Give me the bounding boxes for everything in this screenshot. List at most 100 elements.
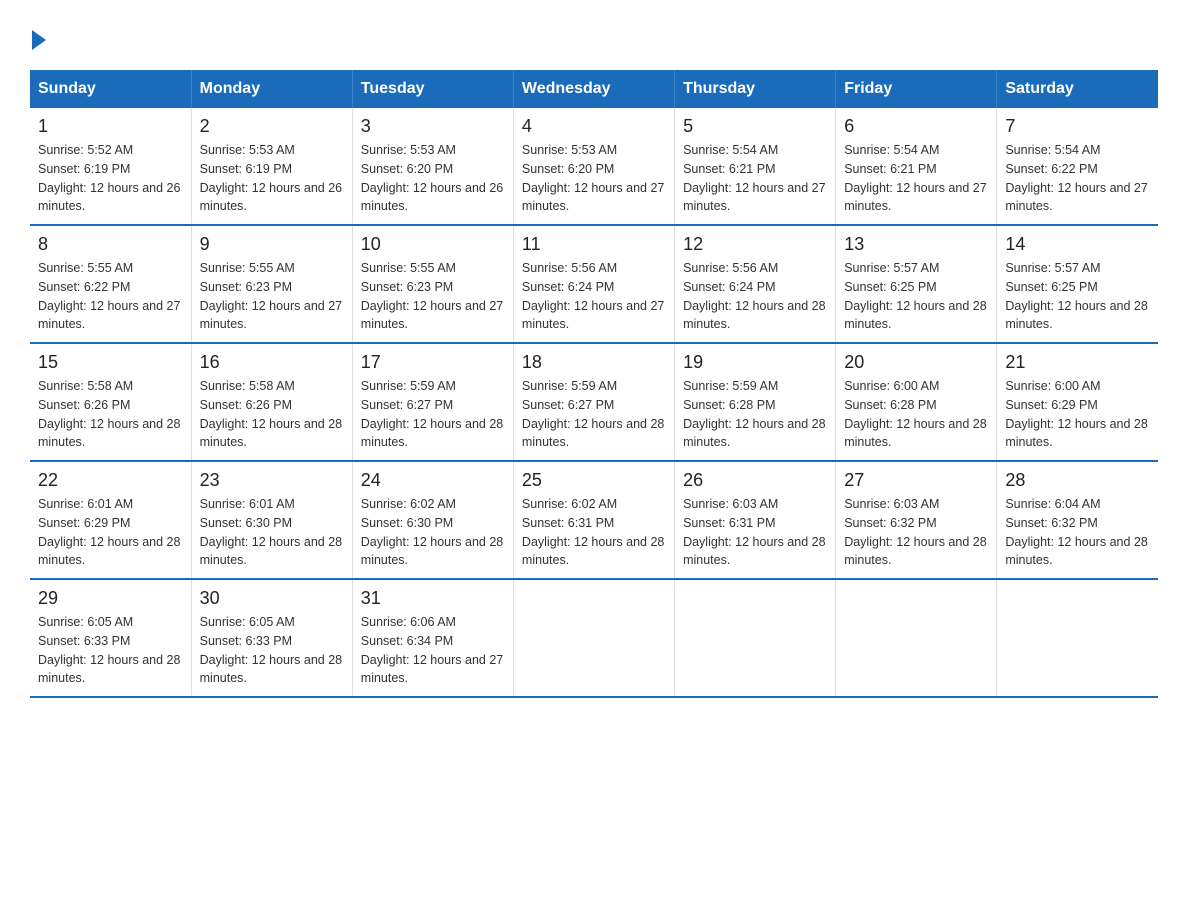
table-row: 29 Sunrise: 6:05 AMSunset: 6:33 PMDaylig… xyxy=(30,579,191,697)
calendar-header-row: Sunday Monday Tuesday Wednesday Thursday… xyxy=(30,70,1158,108)
header-thursday: Thursday xyxy=(675,70,836,108)
day-number: 22 xyxy=(38,470,183,491)
day-number: 14 xyxy=(1005,234,1150,255)
header-sunday: Sunday xyxy=(30,70,191,108)
day-number: 27 xyxy=(844,470,988,491)
day-number: 16 xyxy=(200,352,344,373)
day-number: 5 xyxy=(683,116,827,137)
table-row: 31 Sunrise: 6:06 AMSunset: 6:34 PMDaylig… xyxy=(352,579,513,697)
day-info: Sunrise: 5:53 AMSunset: 6:20 PMDaylight:… xyxy=(361,143,503,213)
day-number: 12 xyxy=(683,234,827,255)
day-info: Sunrise: 5:55 AMSunset: 6:23 PMDaylight:… xyxy=(200,261,342,331)
day-info: Sunrise: 5:54 AMSunset: 6:22 PMDaylight:… xyxy=(1005,143,1147,213)
table-row: 27 Sunrise: 6:03 AMSunset: 6:32 PMDaylig… xyxy=(836,461,997,579)
table-row: 13 Sunrise: 5:57 AMSunset: 6:25 PMDaylig… xyxy=(836,225,997,343)
calendar-week-row: 15 Sunrise: 5:58 AMSunset: 6:26 PMDaylig… xyxy=(30,343,1158,461)
table-row: 1 Sunrise: 5:52 AMSunset: 6:19 PMDayligh… xyxy=(30,108,191,225)
calendar-week-row: 22 Sunrise: 6:01 AMSunset: 6:29 PMDaylig… xyxy=(30,461,1158,579)
day-info: Sunrise: 6:03 AMSunset: 6:31 PMDaylight:… xyxy=(683,497,825,567)
table-row: 14 Sunrise: 5:57 AMSunset: 6:25 PMDaylig… xyxy=(997,225,1158,343)
day-info: Sunrise: 6:02 AMSunset: 6:30 PMDaylight:… xyxy=(361,497,503,567)
table-row: 17 Sunrise: 5:59 AMSunset: 6:27 PMDaylig… xyxy=(352,343,513,461)
day-number: 25 xyxy=(522,470,666,491)
day-number: 23 xyxy=(200,470,344,491)
day-info: Sunrise: 6:06 AMSunset: 6:34 PMDaylight:… xyxy=(361,615,503,685)
table-row: 4 Sunrise: 5:53 AMSunset: 6:20 PMDayligh… xyxy=(513,108,674,225)
table-row: 2 Sunrise: 5:53 AMSunset: 6:19 PMDayligh… xyxy=(191,108,352,225)
day-info: Sunrise: 5:58 AMSunset: 6:26 PMDaylight:… xyxy=(200,379,342,449)
table-row: 30 Sunrise: 6:05 AMSunset: 6:33 PMDaylig… xyxy=(191,579,352,697)
day-number: 24 xyxy=(361,470,505,491)
day-number: 11 xyxy=(522,234,666,255)
day-info: Sunrise: 5:53 AMSunset: 6:19 PMDaylight:… xyxy=(200,143,342,213)
day-info: Sunrise: 5:58 AMSunset: 6:26 PMDaylight:… xyxy=(38,379,180,449)
header-friday: Friday xyxy=(836,70,997,108)
day-number: 2 xyxy=(200,116,344,137)
table-row: 10 Sunrise: 5:55 AMSunset: 6:23 PMDaylig… xyxy=(352,225,513,343)
header-tuesday: Tuesday xyxy=(352,70,513,108)
day-info: Sunrise: 5:57 AMSunset: 6:25 PMDaylight:… xyxy=(1005,261,1147,331)
table-row: 21 Sunrise: 6:00 AMSunset: 6:29 PMDaylig… xyxy=(997,343,1158,461)
day-number: 26 xyxy=(683,470,827,491)
day-info: Sunrise: 6:01 AMSunset: 6:29 PMDaylight:… xyxy=(38,497,180,567)
table-row: 20 Sunrise: 6:00 AMSunset: 6:28 PMDaylig… xyxy=(836,343,997,461)
day-number: 1 xyxy=(38,116,183,137)
table-row: 24 Sunrise: 6:02 AMSunset: 6:30 PMDaylig… xyxy=(352,461,513,579)
table-row: 5 Sunrise: 5:54 AMSunset: 6:21 PMDayligh… xyxy=(675,108,836,225)
table-row: 28 Sunrise: 6:04 AMSunset: 6:32 PMDaylig… xyxy=(997,461,1158,579)
day-number: 3 xyxy=(361,116,505,137)
table-row xyxy=(997,579,1158,697)
day-info: Sunrise: 6:00 AMSunset: 6:29 PMDaylight:… xyxy=(1005,379,1147,449)
day-info: Sunrise: 5:53 AMSunset: 6:20 PMDaylight:… xyxy=(522,143,664,213)
table-row: 25 Sunrise: 6:02 AMSunset: 6:31 PMDaylig… xyxy=(513,461,674,579)
table-row: 3 Sunrise: 5:53 AMSunset: 6:20 PMDayligh… xyxy=(352,108,513,225)
calendar-week-row: 8 Sunrise: 5:55 AMSunset: 6:22 PMDayligh… xyxy=(30,225,1158,343)
day-number: 30 xyxy=(200,588,344,609)
table-row xyxy=(675,579,836,697)
calendar-week-row: 29 Sunrise: 6:05 AMSunset: 6:33 PMDaylig… xyxy=(30,579,1158,697)
header-monday: Monday xyxy=(191,70,352,108)
table-row: 6 Sunrise: 5:54 AMSunset: 6:21 PMDayligh… xyxy=(836,108,997,225)
day-info: Sunrise: 6:00 AMSunset: 6:28 PMDaylight:… xyxy=(844,379,986,449)
day-info: Sunrise: 6:05 AMSunset: 6:33 PMDaylight:… xyxy=(38,615,180,685)
table-row: 11 Sunrise: 5:56 AMSunset: 6:24 PMDaylig… xyxy=(513,225,674,343)
day-number: 4 xyxy=(522,116,666,137)
day-info: Sunrise: 5:59 AMSunset: 6:27 PMDaylight:… xyxy=(522,379,664,449)
day-info: Sunrise: 6:05 AMSunset: 6:33 PMDaylight:… xyxy=(200,615,342,685)
header xyxy=(30,20,1158,50)
day-info: Sunrise: 5:52 AMSunset: 6:19 PMDaylight:… xyxy=(38,143,180,213)
table-row: 8 Sunrise: 5:55 AMSunset: 6:22 PMDayligh… xyxy=(30,225,191,343)
table-row: 12 Sunrise: 5:56 AMSunset: 6:24 PMDaylig… xyxy=(675,225,836,343)
day-number: 8 xyxy=(38,234,183,255)
day-info: Sunrise: 5:59 AMSunset: 6:27 PMDaylight:… xyxy=(361,379,503,449)
day-info: Sunrise: 5:59 AMSunset: 6:28 PMDaylight:… xyxy=(683,379,825,449)
table-row xyxy=(513,579,674,697)
table-row: 16 Sunrise: 5:58 AMSunset: 6:26 PMDaylig… xyxy=(191,343,352,461)
day-info: Sunrise: 5:55 AMSunset: 6:23 PMDaylight:… xyxy=(361,261,503,331)
calendar-week-row: 1 Sunrise: 5:52 AMSunset: 6:19 PMDayligh… xyxy=(30,108,1158,225)
day-number: 6 xyxy=(844,116,988,137)
day-number: 31 xyxy=(361,588,505,609)
day-number: 15 xyxy=(38,352,183,373)
table-row: 18 Sunrise: 5:59 AMSunset: 6:27 PMDaylig… xyxy=(513,343,674,461)
day-info: Sunrise: 6:02 AMSunset: 6:31 PMDaylight:… xyxy=(522,497,664,567)
day-info: Sunrise: 5:55 AMSunset: 6:22 PMDaylight:… xyxy=(38,261,180,331)
day-number: 10 xyxy=(361,234,505,255)
day-number: 17 xyxy=(361,352,505,373)
day-number: 9 xyxy=(200,234,344,255)
table-row xyxy=(836,579,997,697)
table-row: 26 Sunrise: 6:03 AMSunset: 6:31 PMDaylig… xyxy=(675,461,836,579)
day-info: Sunrise: 6:01 AMSunset: 6:30 PMDaylight:… xyxy=(200,497,342,567)
table-row: 23 Sunrise: 6:01 AMSunset: 6:30 PMDaylig… xyxy=(191,461,352,579)
day-info: Sunrise: 5:54 AMSunset: 6:21 PMDaylight:… xyxy=(683,143,825,213)
day-info: Sunrise: 5:56 AMSunset: 6:24 PMDaylight:… xyxy=(683,261,825,331)
day-info: Sunrise: 6:03 AMSunset: 6:32 PMDaylight:… xyxy=(844,497,986,567)
table-row: 9 Sunrise: 5:55 AMSunset: 6:23 PMDayligh… xyxy=(191,225,352,343)
logo xyxy=(30,30,48,50)
table-row: 7 Sunrise: 5:54 AMSunset: 6:22 PMDayligh… xyxy=(997,108,1158,225)
day-number: 29 xyxy=(38,588,183,609)
day-info: Sunrise: 5:54 AMSunset: 6:21 PMDaylight:… xyxy=(844,143,986,213)
header-saturday: Saturday xyxy=(997,70,1158,108)
day-number: 28 xyxy=(1005,470,1150,491)
day-number: 19 xyxy=(683,352,827,373)
